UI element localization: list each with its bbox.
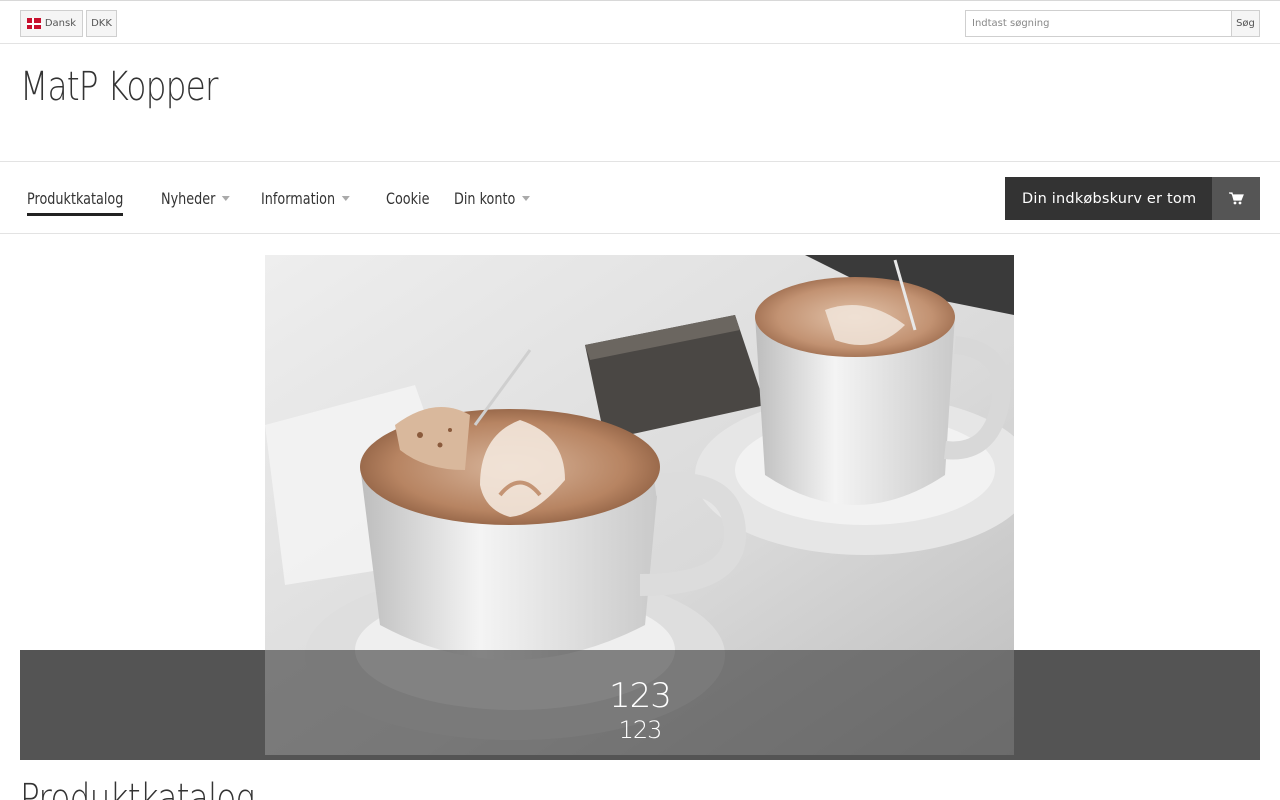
nav-item-cookie[interactable]: Cookie	[386, 186, 429, 210]
cart-button[interactable]: Din indkøbskurv er tom	[1005, 177, 1260, 220]
chevron-down-icon	[522, 195, 531, 201]
nav-item-information[interactable]: Information	[261, 186, 350, 210]
danish-flag-icon	[27, 18, 43, 29]
nav-item-produktkatalog[interactable]: Produktkatalog	[27, 186, 124, 216]
section-title: Produktkatalog	[20, 776, 255, 800]
language-label: Dansk	[44, 18, 76, 29]
currency-label: DKK	[91, 18, 112, 29]
hero-caption-subtitle: 123	[618, 716, 663, 744]
nav-item-label: Din konto	[454, 188, 516, 208]
currency-selector[interactable]: DKK	[86, 10, 117, 37]
hero-caption-title: 123	[609, 676, 672, 716]
top-bar: Dansk DKK Søg	[0, 0, 1280, 44]
chevron-down-icon	[341, 195, 350, 201]
nav-item-label: Produktkatalog	[27, 188, 124, 208]
language-selector[interactable]: Dansk	[20, 10, 83, 37]
site-logo[interactable]: MatP Kopper	[20, 64, 219, 110]
main-navigation: Produktkatalog Nyheder Information Cooki…	[0, 161, 1280, 234]
cart-status-label: Din indkøbskurv er tom	[1005, 177, 1212, 220]
shopping-cart-icon	[1212, 177, 1260, 220]
search-form: Søg	[965, 10, 1260, 37]
nav-item-nyheder[interactable]: Nyheder	[161, 186, 231, 210]
nav-item-din-konto[interactable]: Din konto	[454, 186, 531, 210]
chevron-down-icon	[222, 195, 231, 201]
nav-item-label: Information	[261, 188, 336, 208]
search-button[interactable]: Søg	[1231, 10, 1260, 37]
search-input[interactable]	[965, 10, 1231, 37]
nav-item-label: Cookie	[386, 188, 430, 208]
nav-item-label: Nyheder	[161, 188, 216, 208]
